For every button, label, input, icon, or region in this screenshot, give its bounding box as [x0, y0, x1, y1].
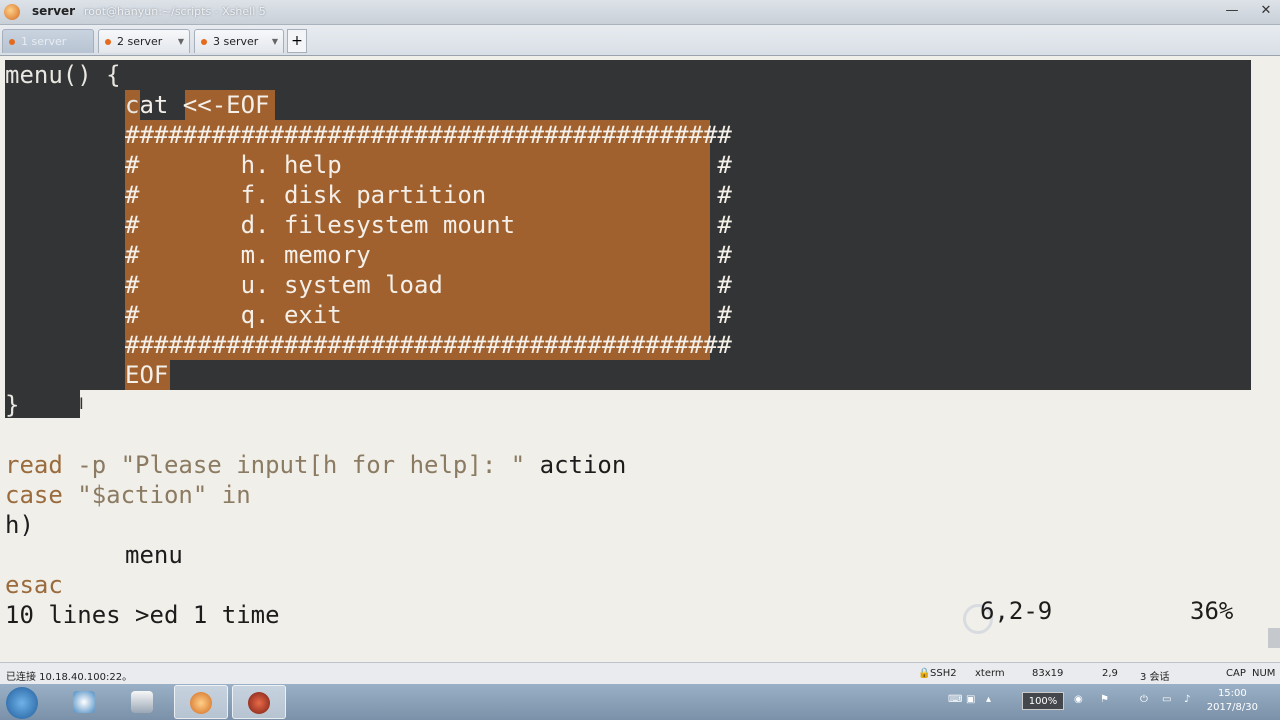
code-line: # q. exit #: [125, 301, 732, 329]
vim-scroll-percent: 36%: [1190, 597, 1234, 625]
close-button[interactable]: ✕: [1256, 2, 1276, 20]
tray-monitor-icon[interactable]: ▭: [1162, 694, 1171, 705]
code-line: case "$action" in: [5, 480, 251, 510]
code-line: # u. system load #: [125, 271, 732, 299]
window-path: root@hanyun:~/scripts - Xshell 5: [84, 5, 266, 18]
tab-menu-icon[interactable]: ▼: [178, 30, 184, 54]
taskbar-clock[interactable]: 15:00 2017/8/30: [1207, 687, 1258, 715]
tab-menu-icon[interactable]: ▼: [272, 30, 278, 54]
caps-lock-indicator: CAP: [1226, 668, 1246, 679]
minimize-button[interactable]: —: [1222, 2, 1242, 20]
windows-logo-icon: [6, 687, 38, 719]
tray-keyboard-icon[interactable]: ⌨: [948, 694, 962, 705]
code-line: ########################################…: [125, 331, 732, 359]
tray-volume-icon[interactable]: ♪: [1184, 694, 1190, 705]
tray-power-icon[interactable]: ⏻: [1140, 694, 1148, 705]
tab-server-1[interactable]: 1 server: [2, 29, 94, 53]
ibeam-cursor-icon: I: [79, 394, 84, 413]
title-bar: server root@hanyun:~/scripts - Xshell 5 …: [0, 0, 1280, 25]
session-count: 3 会话: [1140, 672, 1170, 683]
code-keyword: case: [5, 481, 63, 509]
cherry-app-icon: [248, 692, 270, 714]
code-line: EOF: [125, 361, 169, 389]
vim-status-message: 10 lines >ed 1 time: [5, 601, 280, 629]
tab-label: 3 server: [213, 35, 259, 48]
protocol-status: SSH2: [930, 668, 957, 679]
tray-chevron-icon[interactable]: ▴: [986, 694, 991, 705]
code-line: # f. disk partition #: [125, 181, 732, 209]
clock-time: 15:00: [1217, 688, 1247, 699]
terminal-size: 83x19: [1032, 668, 1064, 679]
lock-icon: 🔒: [918, 668, 931, 679]
cursor-char: c: [125, 91, 140, 119]
tab-server-2[interactable]: 2 server ▼: [98, 29, 190, 53]
num-lock-indicator: NUM: [1252, 668, 1276, 679]
code-line: ########################################…: [125, 121, 732, 149]
code-line: cat <<-EOF: [125, 90, 270, 120]
taskbar-item-xshell[interactable]: [174, 685, 228, 719]
code-text: at <<-EOF: [139, 91, 270, 119]
status-bar: 已连接 10.18.40.100:22。 🔒 SSH2 xterm 83x19 …: [0, 662, 1280, 685]
taskbar-item-explorer[interactable]: [116, 685, 170, 719]
code-line: menu: [125, 541, 183, 569]
xshell-icon: [190, 692, 212, 714]
tab-label: 2 server: [117, 35, 163, 48]
code-string: "Please input[h for help]: ": [120, 451, 526, 479]
vim-cursor-position: 6,2-9: [980, 597, 1053, 625]
tray-flag-icon[interactable]: ⚑: [1100, 694, 1109, 705]
cursor-position: 2,9: [1102, 668, 1118, 679]
code-keyword: in: [207, 481, 251, 509]
browser-icon: [73, 691, 95, 713]
code-line: }: [5, 391, 20, 419]
xshell-app-icon[interactable]: [4, 4, 20, 20]
tab-status-icon: [9, 39, 15, 45]
tab-label: 1 server: [21, 35, 67, 48]
tray-app-icon[interactable]: ◉: [1074, 694, 1083, 705]
start-button[interactable]: [0, 685, 54, 719]
tab-status-icon: [105, 39, 111, 45]
code-line: esac: [5, 571, 63, 599]
code-string: "$action": [62, 481, 208, 509]
file-explorer-icon: [131, 691, 153, 713]
add-tab-button[interactable]: +: [287, 29, 307, 53]
code-line: menu() {: [5, 61, 121, 89]
terminal-area[interactable]: menu() { cat <<-EOF ####################…: [0, 56, 1280, 660]
tab-server-3[interactable]: 3 server ▼: [194, 29, 284, 53]
clock-date: 2017/8/30: [1206, 702, 1258, 713]
tray-network-icon[interactable]: ▣: [966, 694, 975, 705]
battery-indicator[interactable]: 100%: [1022, 692, 1064, 710]
taskbar-item-cherry[interactable]: [232, 685, 286, 719]
code-line: h): [5, 511, 34, 539]
windows-taskbar: ⌨ ▣ ▴ 100% ◉ ⚑ ⏻ ▭ ♪ 15:00 2017/8/30: [0, 684, 1280, 720]
taskbar-item-browser[interactable]: [58, 685, 112, 719]
window-title: server: [32, 4, 76, 18]
tab-bar: 1 server 2 server ▼ 3 server ▼ +: [0, 25, 1280, 56]
code-text: -p: [62, 451, 121, 479]
terminal-type: xterm: [975, 668, 1005, 679]
code-line: # d. filesystem mount #: [125, 211, 732, 239]
connection-status: 已连接 10.18.40.100:22。: [6, 672, 133, 683]
tab-status-icon: [201, 39, 207, 45]
code-keyword: read: [5, 451, 63, 479]
code-line: # h. help #: [125, 151, 732, 179]
code-text: action: [525, 451, 627, 479]
code-line: # m. memory #: [125, 241, 732, 269]
code-line: read -p "Please input[h for help]: " act…: [5, 450, 626, 480]
scrollbar-down-button[interactable]: [1268, 628, 1280, 648]
